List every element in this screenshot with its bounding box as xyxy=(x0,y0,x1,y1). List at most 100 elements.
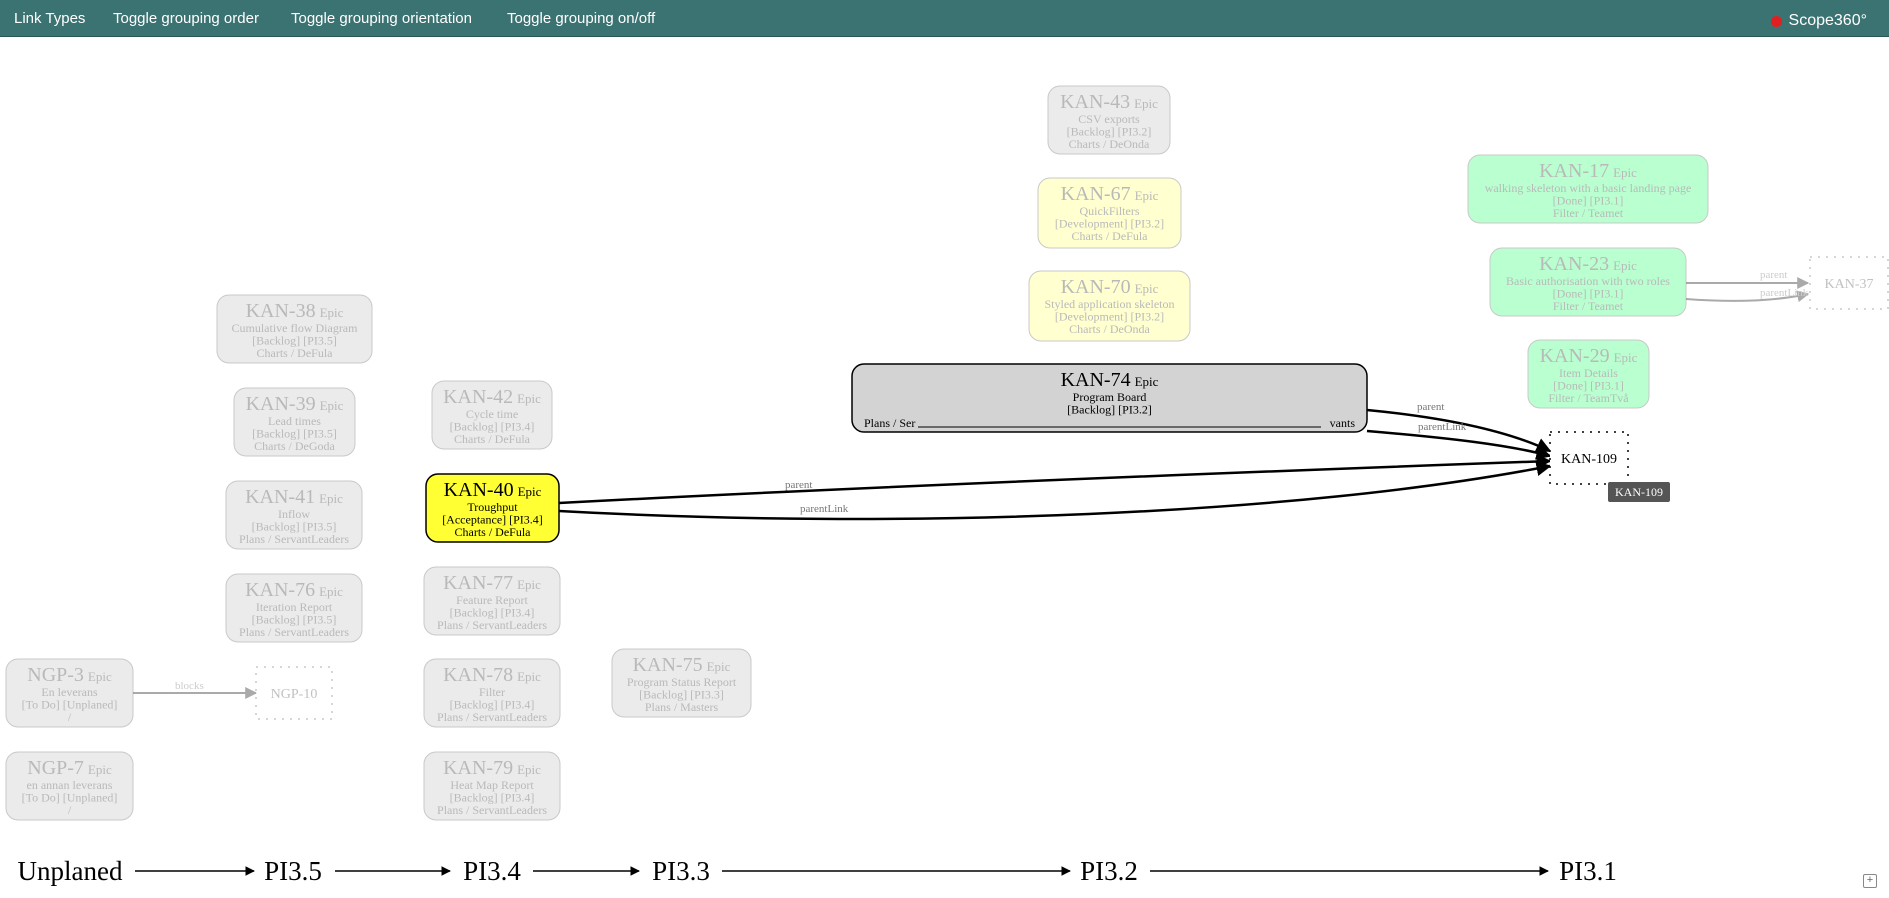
epic-line: Plans / Masters xyxy=(645,700,719,714)
placeholder-kan-37[interactable]: KAN-37 xyxy=(1809,256,1889,310)
epic-card-ngp-7[interactable]: NGP-7 Epicen annan leverans[To Do] [Unpla… xyxy=(5,751,134,821)
epic-type: Epic xyxy=(517,669,541,684)
epic-card-kan-74[interactable]: KAN-74 EpicProgram Board[Backlog] [PI3.2]… xyxy=(851,363,1368,433)
epic-card-kan-41[interactable]: KAN-41 EpicInflow[Backlog] [PI3.5]Plans /… xyxy=(225,480,363,550)
epic-card-kan-40[interactable]: KAN-40 EpicTroughput[Acceptance] [PI3.4]C… xyxy=(425,473,560,543)
epic-line: Charts / DeFula xyxy=(454,432,531,446)
tooltip-layer: KAN-109 xyxy=(1608,482,1670,502)
edge-line xyxy=(558,461,1552,521)
epic-card-kan-76[interactable]: KAN-76 EpicIteration Report[Backlog] [PI3… xyxy=(225,573,363,643)
epic-card-kan-70[interactable]: KAN-70 EpicStyled application skeleton[De… xyxy=(1028,270,1191,342)
column-label-pi32: PI3.2 xyxy=(1080,856,1138,886)
edge-NGP-3-NGP-10-blocks: blocks xyxy=(133,680,258,699)
epic-id: KAN-76 xyxy=(245,579,315,601)
edge-KAN-23-KAN-37-parentLink: parentLink xyxy=(1685,287,1810,303)
node-tooltip: KAN-109 xyxy=(1608,482,1670,502)
menu-toggle-grouping-orientation[interactable]: Toggle grouping orientation xyxy=(291,10,472,27)
epic-id: KAN-77 xyxy=(443,572,513,594)
epic-card-kan-79[interactable]: KAN-79 EpicHeat Map Report[Backlog] [PI3.… xyxy=(423,751,561,821)
epic-card-kan-23[interactable]: KAN-23 EpicBasic authorisation with two r… xyxy=(1489,247,1687,317)
epic-card-kan-78[interactable]: KAN-78 EpicFilter[Backlog] [PI3.4]Plans /… xyxy=(423,658,561,728)
edge-label: blocks xyxy=(175,680,204,692)
epic-line: Charts / DeOnda xyxy=(1069,322,1150,336)
epic-id: KAN-70 xyxy=(1061,276,1131,298)
epic-card-kan-67[interactable]: KAN-67 EpicQuickFilters[Development] [PI3… xyxy=(1037,177,1182,249)
epic-type: Epic xyxy=(1613,165,1637,180)
epic-id: KAN-42 xyxy=(443,386,513,408)
menu-link-types[interactable]: Link Types xyxy=(14,10,85,27)
epic-card-kan-29[interactable]: KAN-29 EpicItem Details[Done] [PI3.1]Filt… xyxy=(1527,339,1650,409)
epic-line: Filter / TeamTvå xyxy=(1548,391,1629,405)
placeholder-ngp-10[interactable]: NGP-10 xyxy=(255,666,333,720)
column-label-pi35: PI3.5 xyxy=(264,856,322,886)
menu-toggle-grouping-order[interactable]: Toggle grouping order xyxy=(113,10,259,27)
epic-line: Charts / DeFula xyxy=(257,346,334,360)
edge-KAN-74-KAN-109-parentLink: parentLink xyxy=(1366,421,1552,460)
epic-line: Charts / DeGoda xyxy=(254,439,335,453)
epic-line: Plans / ServantLeaders xyxy=(239,532,349,546)
edge-line xyxy=(1366,429,1552,460)
edge-label: parent xyxy=(1417,401,1444,413)
edge-label: parentLink xyxy=(1418,421,1467,433)
epic-type: Epic xyxy=(1135,188,1159,203)
dependency-diagram[interactable]: parent parentLink parent parentLink parent pa… xyxy=(0,36,1889,898)
epic-id: KAN-79 xyxy=(443,757,513,779)
epic-id: KAN-74 xyxy=(1061,369,1131,391)
expand-icon[interactable]: + xyxy=(1863,874,1877,888)
epic-line: Filter / Teamet xyxy=(1553,299,1624,313)
nodes-layer: KAN-43 EpicCSV exports[Backlog] [PI3.2]Ch… xyxy=(5,85,1889,821)
edge-KAN-40-KAN-109-parentLink: parentLink xyxy=(558,461,1552,521)
epic-card-ngp-3[interactable]: NGP-3 EpicEn leverans[To Do] [Unplaned]/ xyxy=(5,658,134,728)
column-label-pi33: PI3.3 xyxy=(652,856,710,886)
top-menu-bar: Link Types Toggle grouping order Toggle … xyxy=(0,0,1889,37)
brand-logo-icon xyxy=(1770,15,1782,27)
edge-KAN-40-KAN-109-parent: parent xyxy=(558,453,1552,505)
epic-id: KAN-38 xyxy=(246,300,316,322)
epic-type: Epic xyxy=(1613,258,1637,273)
epic-id: KAN-29 xyxy=(1540,345,1610,367)
epic-team-right: vants xyxy=(1330,416,1356,430)
epic-line: [Backlog] [PI3.2] xyxy=(1067,403,1152,417)
epic-card-kan-38[interactable]: KAN-38 EpicCumulative flow Diagram[Backlo… xyxy=(216,294,373,364)
epic-type: Epic xyxy=(518,484,542,499)
epic-card-kan-39[interactable]: KAN-39 EpicLead times[Backlog] [PI3.5]Cha… xyxy=(233,387,356,457)
epic-id: NGP-3 xyxy=(27,664,84,686)
edge-label: parent xyxy=(1760,269,1787,281)
edge-label: parentLink xyxy=(800,503,849,515)
epic-line: Filter / Teamet xyxy=(1553,206,1624,220)
epic-type: Epic xyxy=(707,659,731,674)
epic-id: KAN-67 xyxy=(1061,183,1131,205)
placeholder-kan-109[interactable]: KAN-109 xyxy=(1549,431,1629,485)
epic-type: Epic xyxy=(319,491,343,506)
epic-type: Epic xyxy=(320,398,344,413)
epic-team-left: Plans / Ser xyxy=(864,416,915,430)
edge-label: parent xyxy=(785,479,812,491)
menu-toggle-grouping-onoff[interactable]: Toggle grouping on/off xyxy=(507,10,655,27)
epic-id: KAN-17 xyxy=(1539,160,1609,182)
epic-type: Epic xyxy=(1135,374,1159,389)
epic-type: Epic xyxy=(1135,281,1159,296)
epic-card-kan-17[interactable]: KAN-17 Epicwalking skeleton with a basic … xyxy=(1467,154,1709,224)
epic-type: Epic xyxy=(88,669,112,684)
timeline-axis: Unplaned PI3.5 PI3.4 PI3.3 PI3.2 PI3.1 xyxy=(18,856,1617,886)
epic-id: KAN-40 xyxy=(444,479,514,501)
edge-label: parentLink xyxy=(1760,287,1809,299)
epic-line: Charts / DeFula xyxy=(455,525,532,539)
epic-card-kan-75[interactable]: KAN-75 EpicProgram Status Report[Backlog]… xyxy=(611,648,752,718)
column-label-pi31: PI3.1 xyxy=(1559,856,1617,886)
epic-type: Epic xyxy=(517,577,541,592)
epic-type: Epic xyxy=(1134,96,1158,111)
brand[interactable]: Scope360° xyxy=(1770,12,1867,30)
epic-id: KAN-39 xyxy=(246,393,316,415)
epic-line: Charts / DeOnda xyxy=(1069,137,1150,151)
epic-type: Epic xyxy=(319,584,343,599)
epic-card-kan-43[interactable]: KAN-43 EpicCSV exports[Backlog] [PI3.2]Ch… xyxy=(1047,85,1171,155)
epic-card-kan-42[interactable]: KAN-42 EpicCycle time[Backlog] [PI3.4]Cha… xyxy=(431,380,553,450)
brand-name: Scope360° xyxy=(1788,12,1867,29)
epic-line: Plans / ServantLeaders xyxy=(437,710,547,724)
epic-card-kan-77[interactable]: KAN-77 EpicFeature Report[Backlog] [PI3.4… xyxy=(423,566,561,636)
epic-id: KAN-43 xyxy=(1060,91,1130,113)
epic-type: Epic xyxy=(517,762,541,777)
epic-id: KAN-23 xyxy=(1539,253,1609,275)
placeholder-label: KAN-37 xyxy=(1825,277,1874,292)
